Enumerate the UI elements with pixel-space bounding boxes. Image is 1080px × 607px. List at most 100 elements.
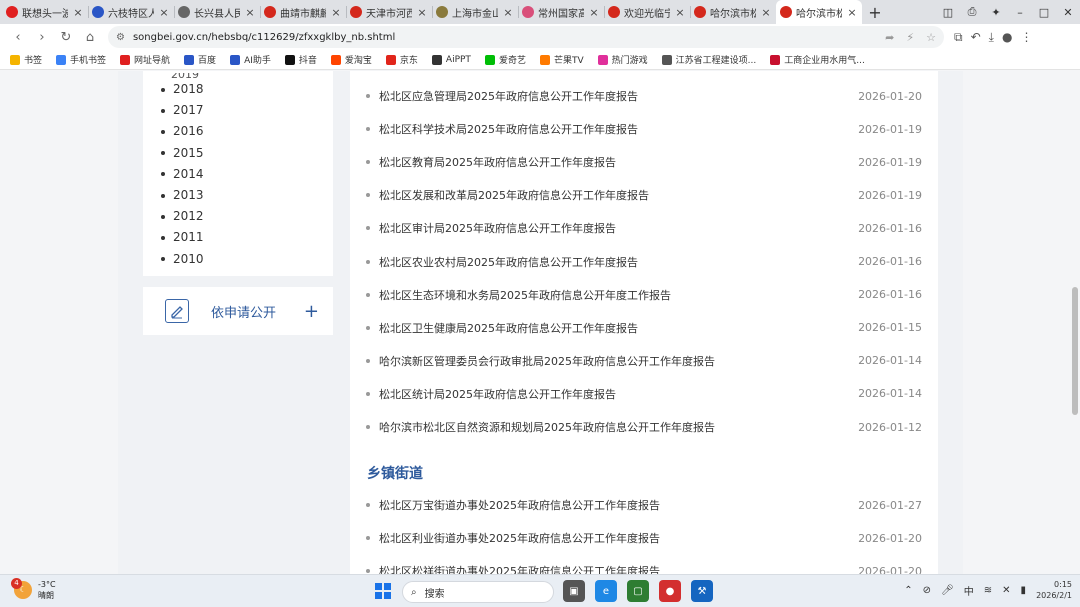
browser-tab[interactable]: 天津市河西区人民政府 × [346, 0, 432, 24]
home-icon[interactable]: ⌂ [78, 30, 102, 45]
forward-icon[interactable]: › [30, 30, 54, 45]
report-title-link[interactable]: 松北区松祥街道办事处2025年政府信息公开工作年度报告 [379, 563, 854, 574]
bookmark-star-icon[interactable]: ☆ [926, 31, 936, 44]
extensions-icon[interactable]: ⧉ [954, 30, 963, 45]
task-view-icon[interactable]: ▣ [563, 580, 585, 602]
print-icon[interactable]: ⎙ [960, 5, 984, 19]
scrollbar-thumb[interactable] [1072, 287, 1078, 415]
network-off-icon[interactable]: ⊘ [923, 585, 931, 596]
close-tab-icon[interactable]: × [72, 6, 84, 19]
report-title-link[interactable]: 松北区农业农村局2025年政府信息公开工作年度报告 [379, 254, 854, 270]
year-item[interactable]: 2012 [161, 206, 333, 227]
wechat-app-icon[interactable]: ● [659, 580, 681, 602]
report-row[interactable]: 松北区教育局2025年政府信息公开工作年度报告 2026-01-19 [366, 152, 922, 172]
browser-tab[interactable]: 上海市金山区人民政府 × [432, 0, 518, 24]
minimize-icon[interactable]: – [1008, 6, 1032, 19]
browser-tab[interactable]: 哈尔滨市松北区人民政府 × [776, 0, 862, 24]
report-row[interactable]: 松北区统计局2025年政府信息公开工作年度报告 2026-01-14 [366, 384, 922, 404]
report-title-link[interactable]: 松北区利业街道办事处2025年政府信息公开工作年度报告 [379, 530, 854, 546]
volume-muted-icon[interactable]: ✕ [1002, 585, 1010, 596]
report-row[interactable]: 哈尔滨新区管理委员会行政审批局2025年政府信息公开工作年度报告 2026-01-… [366, 351, 922, 371]
year-label[interactable]: 2017 [173, 100, 204, 121]
report-row[interactable]: 松北区松祥街道办事处2025年政府信息公开工作年度报告 2026-01-20 [366, 561, 922, 574]
report-row[interactable]: 松北区万宝街道办事处2025年政府信息公开工作年度报告 2026-01-27 [366, 495, 922, 515]
close-tab-icon[interactable]: × [588, 6, 600, 19]
year-label[interactable]: 2013 [173, 185, 204, 206]
year-item[interactable]: 2015 [161, 143, 333, 164]
bookmark-item[interactable]: AI助手 [230, 53, 271, 66]
browser-tab[interactable]: 哈尔滨市松北区人民政府 × [690, 0, 776, 24]
report-row[interactable]: 松北区卫生健康局2025年政府信息公开工作年度报告 2026-01-15 [366, 318, 922, 338]
report-title-link[interactable]: 哈尔滨新区管理委员会行政审批局2025年政府信息公开工作年度报告 [379, 353, 854, 369]
bookmark-item[interactable]: 百度 [184, 53, 216, 66]
year-label[interactable]: 2011 [173, 227, 204, 248]
bookmark-item[interactable]: 爱淘宝 [330, 53, 372, 66]
chevron-up-icon[interactable]: ⌃ [904, 585, 912, 596]
edge-browser-icon[interactable]: e [595, 580, 617, 602]
browser-tab[interactable]: 常州国家高新区 × [518, 0, 604, 24]
url-text[interactable]: songbei.gov.cn/hebsbq/c112629/zfxxgklby_… [133, 32, 877, 43]
bookmark-item[interactable]: 芒果TV [539, 53, 584, 66]
battery-icon[interactable]: ▮ [1021, 585, 1027, 596]
clock[interactable]: 0:15 2026/2/1 [1036, 579, 1072, 601]
browser-tab[interactable]: 欢迎光临宁波市政府 × [604, 0, 690, 24]
close-tab-icon[interactable]: × [244, 6, 256, 19]
browser-tab[interactable]: 六枝特区人民政府 × [88, 0, 174, 24]
close-tab-icon[interactable]: × [416, 6, 428, 19]
report-row[interactable]: 松北区科学技术局2025年政府信息公开工作年度报告 2026-01-19 [366, 119, 922, 139]
tool-app-icon[interactable]: ⚒ [691, 580, 713, 602]
year-item[interactable]: 2014 [161, 164, 333, 185]
report-title-link[interactable]: 松北区统计局2025年政府信息公开工作年度报告 [379, 386, 854, 402]
close-tab-icon[interactable]: × [330, 6, 342, 19]
site-info-icon[interactable]: ⚙ [116, 32, 125, 43]
bookmark-item[interactable]: AiPPT [431, 54, 471, 65]
new-tab-button[interactable]: + [862, 0, 888, 24]
bookmark-item[interactable]: 网址导航 [120, 53, 170, 66]
report-title-link[interactable]: 松北区卫生健康局2025年政府信息公开工作年度报告 [379, 320, 854, 336]
bookmark-item[interactable]: 江苏省工程建设项... [661, 53, 756, 66]
lightning-icon[interactable]: ⚡ [906, 31, 914, 44]
report-row[interactable]: 哈尔滨市松北区自然资源和规划局2025年政府信息公开工作年度报告 2026-01-… [366, 417, 922, 437]
year-label[interactable]: 2012 [173, 206, 204, 227]
browser-tab[interactable]: 曲靖市麒麟区人民政府 × [260, 0, 346, 24]
wifi-icon[interactable]: ≋ [984, 585, 992, 596]
close-tab-icon[interactable]: × [158, 6, 170, 19]
year-label[interactable]: 2016 [173, 121, 204, 142]
report-row[interactable]: 松北区审计局2025年政府信息公开工作年度报告 2026-01-16 [366, 218, 922, 238]
bookmark-item[interactable]: 抖音 [284, 53, 317, 66]
apply-disclosure-label[interactable]: 依申请公开 [211, 302, 304, 321]
expand-plus-icon[interactable]: + [304, 301, 319, 322]
address-bar[interactable]: ⚙ songbei.gov.cn/hebsbq/c112629/zfxxgklb… [108, 26, 944, 48]
report-title-link[interactable]: 松北区万宝街道办事处2025年政府信息公开工作年度报告 [379, 497, 854, 513]
report-row[interactable]: 松北区发展和改革局2025年政府信息公开工作年度报告 2026-01-19 [366, 185, 922, 205]
back-icon[interactable]: ‹ [6, 30, 30, 45]
report-title-link[interactable]: 松北区审计局2025年政府信息公开工作年度报告 [379, 220, 854, 236]
close-window-icon[interactable]: ✕ [1056, 6, 1080, 19]
bookmark-item[interactable]: 书签 [10, 53, 42, 66]
report-row[interactable]: 松北区利业街道办事处2025年政府信息公开工作年度报告 2026-01-20 [366, 528, 922, 548]
year-item[interactable]: 2010 [161, 249, 333, 270]
share-icon[interactable]: ➦ [885, 31, 894, 44]
reload-icon[interactable]: ↻ [54, 30, 78, 45]
bookmark-item[interactable]: 工商企业用水用气... [770, 53, 865, 66]
close-tab-icon[interactable]: × [846, 6, 858, 19]
close-tab-icon[interactable]: × [760, 6, 772, 19]
report-title-link[interactable]: 松北区科学技术局2025年政府信息公开工作年度报告 [379, 121, 854, 137]
microphone-icon[interactable]: 🎤︎ [941, 585, 954, 596]
maximize-icon[interactable]: □ [1032, 6, 1056, 19]
browser-tab[interactable]: 联想头一波 × [2, 0, 88, 24]
weather-widget[interactable]: ☾ 4 -3°C 晴朗 [11, 578, 56, 601]
year-label[interactable]: 2018 [173, 79, 204, 100]
year-item[interactable]: 2011 [161, 227, 333, 248]
profile-icon[interactable]: ● [1002, 30, 1012, 45]
bookmark-item[interactable]: 京东 [385, 53, 418, 66]
year-label[interactable]: 2014 [173, 164, 204, 185]
year-item[interactable]: 2017 [161, 100, 333, 121]
report-row[interactable]: 松北区农业农村局2025年政府信息公开工作年度报告 2026-01-16 [366, 252, 922, 272]
report-title-link[interactable]: 哈尔滨市松北区自然资源和规划局2025年政府信息公开工作年度报告 [379, 419, 854, 435]
report-title-link[interactable]: 松北区生态环境和水务局2025年政府信息公开年度工作报告 [379, 287, 854, 303]
undo-icon[interactable]: ↶ [971, 30, 981, 45]
year-item[interactable]: 2016 [161, 121, 333, 142]
sidebar-toggle-icon[interactable]: ◫ [936, 6, 960, 19]
screen-app-icon[interactable]: ▢ [627, 580, 649, 602]
